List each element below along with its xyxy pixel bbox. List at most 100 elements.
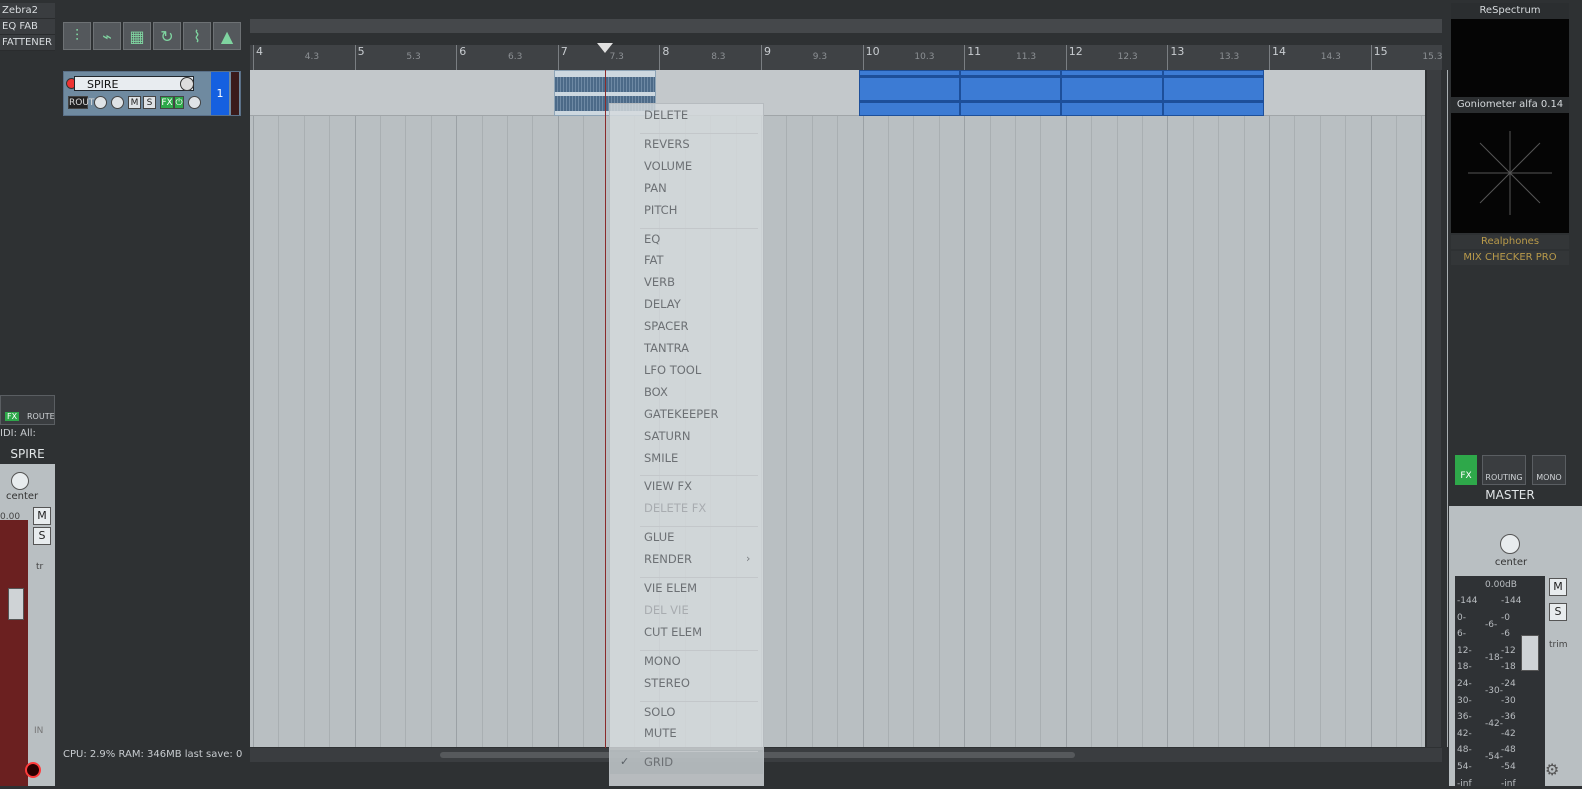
master-pan-knob[interactable]	[1500, 534, 1520, 554]
menu-item-saturn[interactable]: SATURN	[644, 429, 691, 443]
grid-line	[1116, 70, 1118, 747]
left-route-button[interactable]: ROUTE	[27, 412, 55, 421]
left-in-label[interactable]: IN	[34, 726, 43, 736]
ruler-beat-label: 7.3	[609, 52, 624, 62]
midi-clip[interactable]	[1061, 70, 1163, 116]
track-header[interactable]: SPIRE ROUT M S FX ⏻ 1	[63, 71, 241, 116]
midi-clip[interactable]	[960, 70, 1061, 116]
grid-line	[862, 70, 864, 747]
menu-item-smile[interactable]: SMILE	[644, 451, 678, 465]
route-button[interactable]: ROUT	[68, 96, 94, 109]
ruler-bar-label: 10	[865, 45, 880, 58]
menu-item-eq[interactable]: EQ	[644, 232, 660, 246]
menu-item-box[interactable]: BOX	[644, 385, 668, 399]
left-pan-knob[interactable]	[11, 472, 29, 490]
menu-item-spacer[interactable]: SPACER	[644, 319, 688, 333]
grid-line	[278, 70, 280, 747]
left-fx-button[interactable]: FX	[5, 412, 20, 421]
ruler-tick	[557, 45, 559, 70]
fx-item-zebra2[interactable]: Zebra2	[0, 3, 55, 19]
menu-item-solo[interactable]: SOLO	[644, 705, 675, 719]
menu-item-mute[interactable]: MUTE	[644, 726, 677, 740]
midi-clip[interactable]	[1163, 70, 1264, 116]
mixer-icon[interactable]: ⫶	[63, 22, 91, 50]
track-volume-knob[interactable]	[180, 77, 194, 91]
midi-input-label[interactable]: IDI: All:	[0, 428, 36, 439]
grid-line	[1065, 70, 1067, 747]
menu-item-pitch[interactable]: PITCH	[644, 203, 677, 217]
ruler-beat-label: 6.3	[508, 52, 523, 62]
grid-line	[1040, 70, 1042, 747]
left-fader[interactable]	[8, 588, 24, 620]
fx-item-eq-fab[interactable]: EQ FAB	[0, 19, 55, 35]
menu-item-glue[interactable]: GLUE	[644, 530, 674, 544]
automation-icon[interactable]: ⌇	[183, 22, 211, 50]
respectrum-title[interactable]: ReSpectrum	[1451, 3, 1569, 19]
menu-item-revers[interactable]: REVERS	[644, 137, 690, 151]
menu-item-delete[interactable]: DELETE	[644, 108, 688, 122]
menu-item-tantra[interactable]: TANTRA	[644, 341, 689, 355]
menu-item-vie-elem[interactable]: VIE ELEM	[644, 581, 697, 595]
menu-item-fat[interactable]: FAT	[644, 253, 664, 267]
grid-line	[1269, 70, 1270, 747]
meter-scale-left: 48-	[1457, 745, 1472, 756]
ruler-tick	[1065, 45, 1067, 70]
menu-item-gatekeeper[interactable]: GATEKEEPER	[644, 407, 718, 421]
menu-item-render[interactable]: RENDER	[644, 552, 692, 566]
record-icon[interactable]	[25, 762, 41, 778]
track-number[interactable]: 1	[211, 72, 229, 115]
menu-item-grid[interactable]: GRID	[644, 755, 673, 769]
grid-line	[1192, 70, 1194, 747]
master-fader[interactable]	[1521, 635, 1539, 671]
settings-gear-icon[interactable]: ⚙	[1545, 760, 1559, 779]
metronome-icon[interactable]: ▲	[213, 22, 241, 50]
left-mute-button[interactable]: M	[33, 507, 51, 525]
grid-line	[1345, 70, 1347, 747]
left-solo-button[interactable]: S	[33, 527, 51, 545]
env-icon[interactable]	[188, 96, 201, 109]
meter-scale-right: -0	[1501, 612, 1510, 623]
master-fx-button[interactable]: FX	[1455, 455, 1477, 485]
menu-item-pan[interactable]: PAN	[644, 181, 667, 195]
realphones-link[interactable]: Realphones	[1451, 235, 1569, 249]
mix-checker-link[interactable]: MIX CHECKER PRO	[1451, 251, 1569, 265]
grid-line	[583, 70, 585, 747]
grid-icon[interactable]: ▦	[123, 22, 151, 50]
pan-knob[interactable]	[94, 96, 107, 109]
goniometer-icon	[1468, 131, 1552, 215]
master-solo-button[interactable]: S	[1549, 603, 1567, 621]
vertical-scrollbar[interactable]	[1427, 70, 1441, 747]
mute-button[interactable]: M	[128, 96, 141, 109]
menu-item-cut-elem[interactable]: CUT ELEM	[644, 625, 702, 639]
ruler-bar-label: 9	[764, 45, 771, 58]
menu-item-verb[interactable]: VERB	[644, 275, 675, 289]
menu-item-volume[interactable]: VOLUME	[644, 159, 692, 173]
fx-bypass-icon[interactable]: ⏻	[174, 96, 184, 109]
fx-button[interactable]: FX	[160, 96, 174, 109]
loop-icon[interactable]: ↻	[153, 22, 181, 50]
menu-item-stereo[interactable]: STEREO	[644, 676, 690, 690]
playhead-marker[interactable]	[597, 43, 613, 53]
menu-item-delay[interactable]: DELAY	[644, 297, 681, 311]
width-knob[interactable]	[111, 96, 124, 109]
goniometer-title[interactable]: Goniometer alfa 0.14	[1451, 97, 1569, 113]
master-routing-button[interactable]: ROUTING	[1482, 455, 1526, 485]
master-label: MASTER	[1485, 488, 1535, 502]
master-trim-label[interactable]: trim	[1549, 640, 1568, 650]
track-name[interactable]: SPIRE	[74, 76, 194, 91]
left-trim-label[interactable]: tr	[36, 562, 43, 572]
midi-editor-icon[interactable]: ⌁	[93, 22, 121, 50]
grid-line	[456, 70, 458, 747]
ruler-beat-label: 15.3	[1422, 52, 1443, 62]
midi-clip[interactable]	[859, 70, 960, 116]
meter-scale-right: -42	[1501, 728, 1516, 739]
menu-item-mono[interactable]: MONO	[644, 654, 681, 668]
arrange-view[interactable]	[250, 45, 1448, 747]
solo-button[interactable]: S	[143, 96, 156, 109]
menu-item-lfo-tool[interactable]: LFO TOOL	[644, 363, 701, 377]
menu-item-view-fx[interactable]: VIEW FX	[644, 479, 692, 493]
master-mono-button[interactable]: MONO	[1532, 455, 1566, 485]
timeline-ruler[interactable]: 4 5 6 7 8 9 10 11 12 13 14 15 4.3 5.3 6.3 7.3 8.3 9.3 10.3…	[250, 45, 1442, 70]
fx-item-fattener[interactable]: FATTENER	[0, 35, 55, 51]
master-mute-button[interactable]: M	[1549, 578, 1567, 596]
